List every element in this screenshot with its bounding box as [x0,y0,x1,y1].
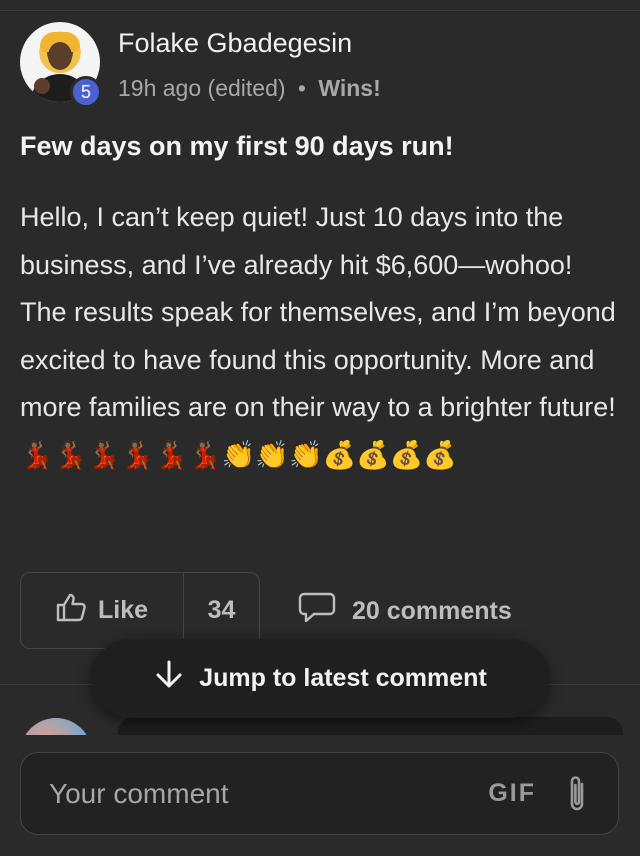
edited-label: (edited) [207,75,286,101]
post-body: Hello, I can’t keep quiet! Just 10 days … [20,202,616,470]
avatar-hand [34,78,50,94]
like-button[interactable]: Like [21,573,183,648]
comment-composer: GIF [20,752,619,835]
paperclip-icon[interactable] [566,774,588,814]
comments-label: 20 comments [352,597,512,625]
comment-bubble-icon [298,592,336,631]
thumbs-up-icon [56,592,88,629]
jump-to-latest-comment-button[interactable]: Jump to latest comment [91,639,549,718]
arrow-down-icon [153,660,185,697]
author-avatar-container[interactable]: 5 [20,22,102,108]
post-title: Few days on my first 90 days run! [20,131,454,161]
comment-input[interactable] [21,776,489,811]
post-category[interactable]: Wins! [318,75,380,101]
avatar-face [48,42,72,70]
author-name[interactable]: Folake Gbadegesin [118,28,352,59]
like-label: Like [97,596,149,624]
like-control: Like 34 [20,572,260,649]
post-time: 19h ago [118,75,202,101]
gif-button[interactable]: GIF [488,779,536,808]
top-divider [0,10,640,11]
jump-label: Jump to latest comment [199,664,487,692]
post-meta: 19h ago (edited) • Wins! [118,75,381,102]
level-badge: 5 [70,76,102,108]
like-count[interactable]: 34 [183,573,259,648]
comments-button[interactable]: 20 comments [298,592,512,631]
meta-separator: • [297,75,306,101]
